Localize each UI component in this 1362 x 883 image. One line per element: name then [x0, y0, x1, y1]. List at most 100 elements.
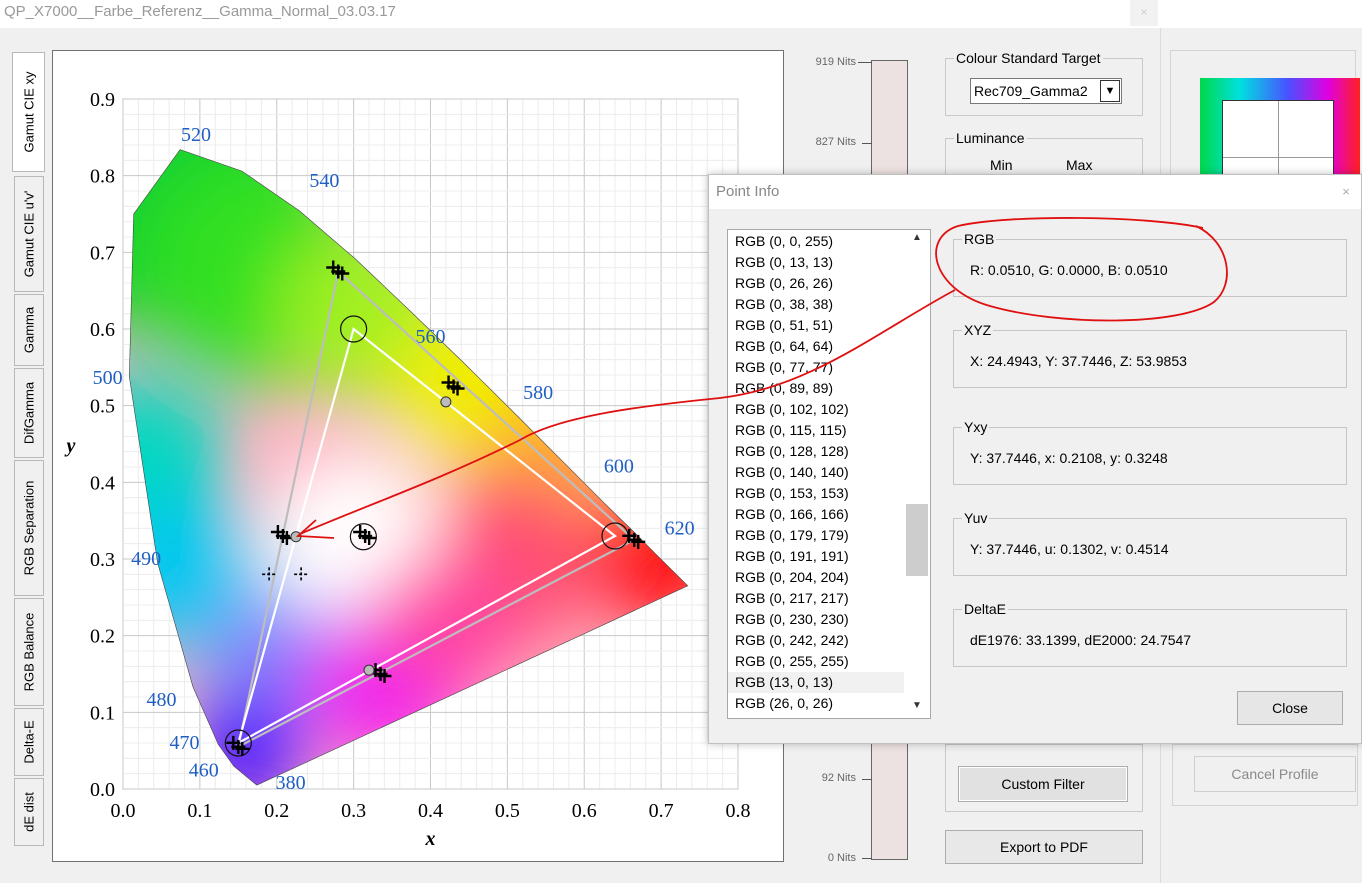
list-item[interactable]: RGB (0, 13, 13)	[728, 252, 904, 273]
list-item[interactable]: RGB (0, 255, 255)	[728, 651, 904, 672]
wavelength-label: 620	[665, 517, 695, 539]
tab-gamut-cie-xy[interactable]: Gamut CIE xy	[12, 52, 45, 172]
list-item[interactable]: RGB (0, 191, 191)	[728, 546, 904, 567]
dialog-title: Point Info	[709, 175, 1361, 209]
list-item[interactable]: RGB (13, 0, 13)	[728, 672, 904, 693]
list-item[interactable]: RGB (0, 0, 255)	[728, 231, 904, 252]
list-item[interactable]: RGB (0, 38, 38)	[728, 294, 904, 315]
list-item[interactable]: RGB (0, 128, 128)	[728, 441, 904, 462]
window-title: QP_X7000__Farbe_Referenz__Gamma_Normal_0…	[0, 0, 1160, 28]
list-item[interactable]: RGB (0, 242, 242)	[728, 630, 904, 651]
nits-tick	[862, 858, 872, 859]
tab-gamma[interactable]: Gamma	[14, 294, 44, 366]
list-item[interactable]: RGB (0, 204, 204)	[728, 567, 904, 588]
list-item[interactable]: RGB (0, 115, 115)	[728, 420, 904, 441]
y-tick-label: 0.9	[90, 89, 115, 111]
cie-xy-chart[interactable]: 0.0 0.1 0.2 0.3 0.4 0.5 0.6 0.7 0.8 0.0 0.1 0.2 0.3 0…	[53, 51, 783, 861]
cie-chart-frame: 0.0 0.1 0.2 0.3 0.4 0.5 0.6 0.7 0.8 0.0 0.1 0.2 0.3 0…	[52, 50, 784, 862]
nits-tick	[862, 779, 872, 780]
list-item[interactable]: RGB (0, 230, 230)	[728, 609, 904, 630]
tab-rgb-separation[interactable]: RGB Separation	[14, 460, 44, 596]
list-item[interactable]: RGB (26, 0, 26)	[728, 693, 904, 714]
list-item[interactable]: RGB (0, 153, 153)	[728, 483, 904, 504]
luminance-min-label: Min	[990, 157, 1013, 173]
y-tick-label: 0.4	[90, 472, 115, 494]
xyz-info-value: X: 24.4943, Y: 37.7446, Z: 53.9853	[970, 353, 1187, 369]
rgb-info-group: RGB R: 0.0510, G: 0.0000, B: 0.0510	[953, 231, 1347, 297]
tab-de-dist[interactable]: dE dist	[14, 778, 44, 846]
locus-colour-blob	[375, 550, 516, 691]
dialog-close-icon[interactable]: ×	[1331, 175, 1361, 209]
colour-standard-select[interactable]: Rec709_Gamma2 ▼	[970, 78, 1122, 104]
y-tick-label: 0.3	[90, 549, 115, 571]
tab-difgamma[interactable]: DifGamma	[14, 368, 44, 458]
deltae-info-group: DeltaE dE1976: 33.1399, dE2000: 24.7547	[953, 601, 1347, 667]
scroll-down-arrow-icon[interactable]: ▼	[904, 700, 930, 711]
list-item[interactable]: RGB (0, 140, 140)	[728, 462, 904, 483]
tab-label: dE dist	[21, 792, 37, 832]
x-tick-label: 0.3	[341, 800, 366, 822]
y-tick-label: 0.1	[90, 702, 115, 724]
tab-label: Gamut CIE u'v'	[21, 190, 37, 278]
point-info-dialog: Point Info × RGB (0, 0, 255) RGB (0, 13, …	[708, 174, 1362, 744]
tab-label: Gamma	[21, 306, 37, 354]
yxy-info-group: Yxy Y: 37.7446, x: 0.2108, y: 0.3248	[953, 419, 1347, 485]
secondary-target-point	[440, 396, 452, 408]
yxy-info-title: Yxy	[962, 419, 990, 435]
x-tick-label: 0.4	[418, 800, 443, 822]
list-item[interactable]: RGB (0, 179, 179)	[728, 525, 904, 546]
scroll-thumb[interactable]	[906, 504, 928, 576]
wavelength-label: 490	[131, 548, 161, 570]
colour-standard-title: Colour Standard Target	[954, 50, 1103, 66]
preview-divider	[1223, 157, 1333, 158]
window-close-button[interactable]: ×	[1130, 0, 1158, 26]
x-tick-label: 0.8	[726, 800, 751, 822]
y-tick-label: 0.0	[90, 779, 115, 801]
list-item[interactable]: RGB (0, 166, 166)	[728, 504, 904, 525]
rgb-info-title: RGB	[962, 231, 997, 247]
nits-tick	[858, 62, 872, 63]
export-pdf-button[interactable]: Export to PDF	[945, 830, 1143, 864]
cancel-profile-button[interactable]: Cancel Profile	[1194, 756, 1356, 792]
tab-rgb-balance[interactable]: RGB Balance	[14, 598, 44, 706]
secondary-target-point	[363, 664, 375, 676]
y-tick-label: 0.2	[90, 626, 115, 648]
tab-label: Delta-E	[21, 720, 37, 764]
list-item[interactable]: RGB (0, 77, 77)	[728, 357, 904, 378]
list-item[interactable]: RGB (0, 51, 51)	[728, 315, 904, 336]
yuv-info-value: Y: 37.7446, u: 0.1302, v: 0.4514	[970, 541, 1169, 557]
list-item[interactable]: RGB (0, 89, 89)	[728, 378, 904, 399]
nits-label-0: 0 Nits	[827, 852, 856, 864]
secondary-target-point	[290, 531, 302, 543]
x-tick-label: 0.7	[649, 800, 674, 822]
list-item[interactable]: RGB (0, 217, 217)	[728, 588, 904, 609]
list-scrollbar[interactable]: ▲ ▼	[904, 230, 930, 718]
tab-label: DifGamma	[21, 381, 37, 445]
nits-label-919: 919 Nits	[815, 56, 856, 68]
list-item[interactable]: RGB (0, 64, 64)	[728, 336, 904, 357]
xyz-info-group: XYZ X: 24.4943, Y: 37.7446, Z: 53.9853	[953, 322, 1347, 388]
tab-label: Gamut CIE xy	[21, 71, 36, 153]
colour-standard-value: Rec709_Gamma2	[974, 83, 1088, 99]
list-item[interactable]: RGB (0, 102, 102)	[728, 399, 904, 420]
tab-gamut-cie-uv[interactable]: Gamut CIE u'v'	[14, 176, 44, 292]
nits-tick	[862, 143, 872, 144]
list-item[interactable]: RGB (0, 26, 26)	[728, 273, 904, 294]
yxy-info-value: Y: 37.7446, x: 0.2108, y: 0.3248	[970, 450, 1168, 466]
vertical-tab-strip: Gamut CIE xy Gamut CIE u'v' Gamma DifGam…	[12, 52, 46, 852]
luminance-max-label: Max	[1066, 157, 1093, 173]
colour-standard-group: Colour Standard Target Rec709_Gamma2 ▼	[945, 50, 1143, 116]
tab-delta-e[interactable]: Delta-E	[14, 708, 44, 776]
wavelength-label: 600	[604, 455, 634, 477]
x-tick-label: 0.2	[264, 800, 289, 822]
scroll-up-arrow-icon[interactable]: ▲	[904, 232, 930, 243]
x-tick-label: 0.0	[111, 800, 136, 822]
close-button[interactable]: Close	[1237, 691, 1343, 725]
yuv-info-title: Yuv	[962, 510, 990, 526]
wavelength-label: 580	[523, 382, 553, 404]
nits-label-827: 827 Nits	[815, 136, 856, 148]
tab-label: RGB Balance	[21, 612, 37, 692]
rgb-point-list[interactable]: RGB (0, 0, 255) RGB (0, 13, 13) RGB (0, 26…	[727, 229, 931, 719]
custom-filter-button[interactable]: Custom Filter	[958, 766, 1128, 802]
chevron-down-icon[interactable]: ▼	[1100, 80, 1120, 102]
